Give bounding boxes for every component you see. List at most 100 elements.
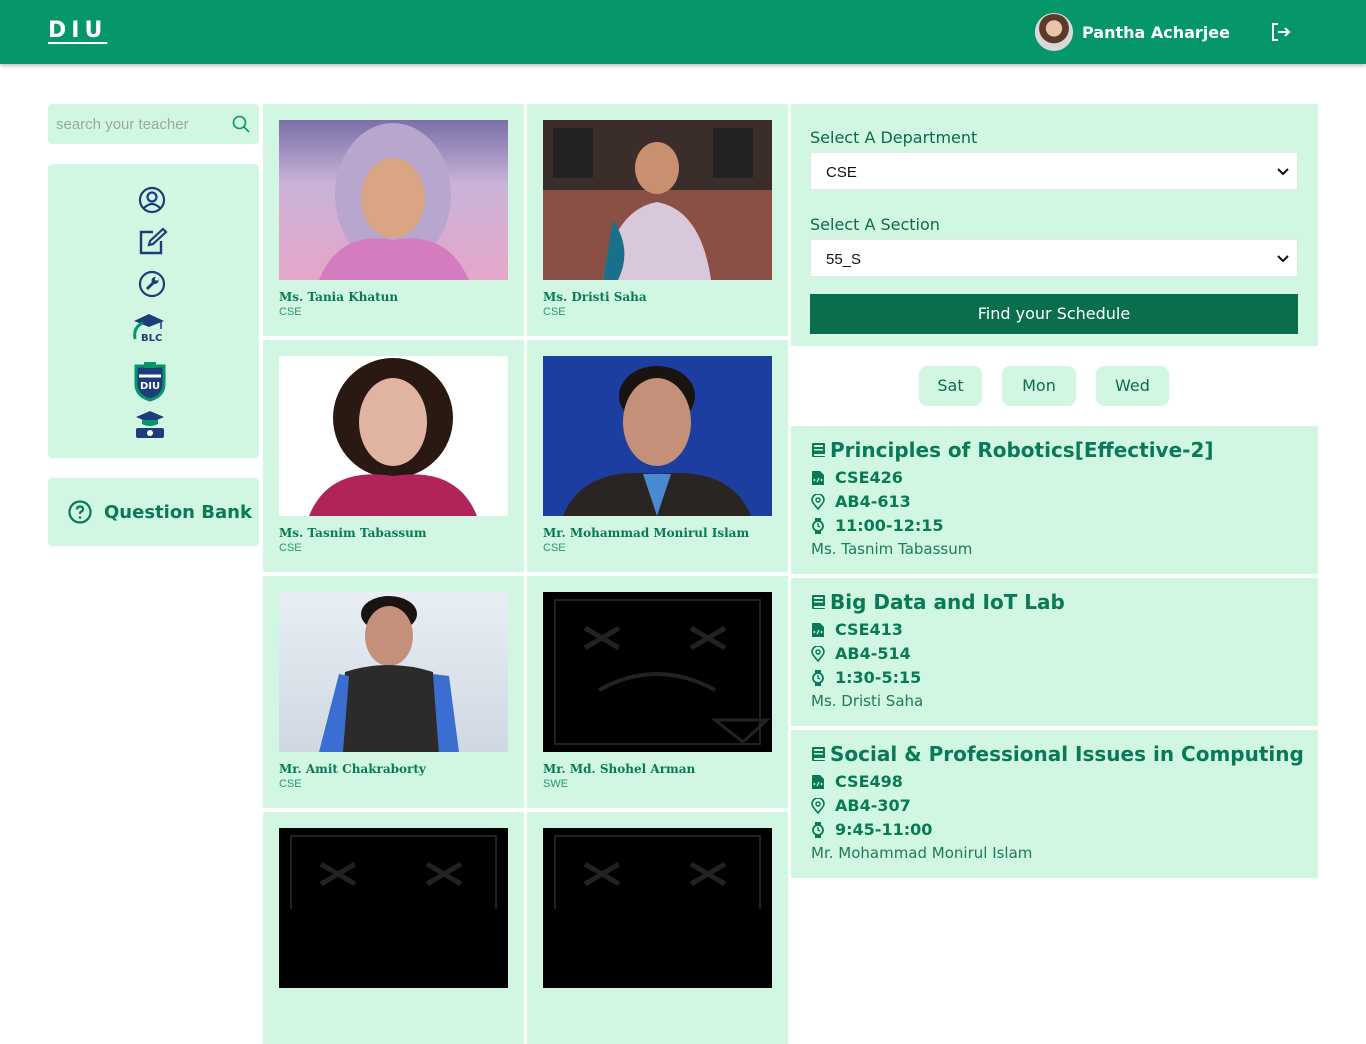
search-icon[interactable] [232,115,250,133]
teacher-card[interactable] [527,812,788,1044]
course-code-row: CSE413 [811,620,903,639]
teacher-name[interactable]: Mr. Mohammad Monirul Islam [543,526,749,540]
teacher-card[interactable]: Mr. Amit Chakraborty CSE [263,576,524,808]
course-card[interactable]: Social & Professional Issues in Computin… [791,730,1318,878]
course-time-row: 1:30-5:15 [811,668,921,687]
department-label: Select A Department [810,128,978,147]
course-title: Social & Professional Issues in Computin… [811,742,1304,766]
section-select[interactable]: 55_S [810,239,1298,277]
course-code: CSE413 [835,620,903,639]
code-file-icon [812,774,824,789]
find-schedule-button[interactable]: Find your Schedule [810,294,1298,334]
teacher-photo-placeholder [543,592,772,752]
course-time: 9:45-11:00 [835,820,933,839]
course-title: Principles of Robotics[Effective-2] [811,438,1214,462]
course-time-row: 11:00-12:15 [811,516,944,535]
sidebar-menu: BLC DIU [48,164,259,458]
teacher-name[interactable]: Ms. Dristi Saha [543,290,647,304]
day-tab-wed[interactable]: Wed [1096,366,1169,406]
course-title-text: Social & Professional Issues in Computin… [830,742,1304,766]
teacher-card[interactable]: Mr. Md. Shohel Arman SWE [527,576,788,808]
location-icon [811,797,825,814]
teacher-name[interactable]: Ms. Tania Khatun [279,290,398,304]
teacher-dept: CSE [279,542,302,554]
course-room-row: AB4-514 [811,644,911,663]
teacher-photo-placeholder [279,828,508,988]
logout-icon[interactable] [1270,22,1292,42]
chevron-down-icon [1277,255,1289,263]
search-placeholder: search your teacher [56,116,189,133]
teacher-photo [543,356,772,516]
schedule-form: Select A Department CSE Select A Section… [791,104,1318,346]
edit-icon[interactable] [137,227,169,257]
graduation-icon[interactable] [133,410,167,442]
teacher-photo [279,356,508,516]
teacher-card[interactable]: Ms. Dristi Saha CSE [527,104,788,336]
teacher-name[interactable]: Ms. Tasnim Tabassum [279,526,427,540]
avatar[interactable] [1034,13,1073,51]
course-teacher: Ms. Tasnim Tabassum [811,540,973,558]
svg-text:DIU: DIU [140,381,160,392]
course-room-row: AB4-613 [811,492,911,511]
teacher-photo-placeholder [543,828,772,988]
course-teacher: Ms. Dristi Saha [811,692,924,710]
user-circle-icon[interactable] [137,185,167,215]
diu-logo-icon[interactable]: DIU [130,360,170,402]
course-room-row: AB4-307 [811,796,911,815]
code-file-icon [812,470,824,485]
section-label: Select A Section [810,215,940,234]
teacher-name[interactable]: Mr. Amit Chakraborty [279,762,426,776]
question-circle-icon [68,500,92,524]
location-icon [811,645,825,662]
user-profile[interactable]: Pantha Acharjee [1034,13,1230,51]
day-tab-mon[interactable]: Mon [1002,366,1076,406]
course-title-text: Big Data and IoT Lab [830,590,1065,614]
teacher-dept: SWE [543,778,569,790]
course-room: AB4-514 [835,644,911,663]
teacher-dept: CSE [543,542,566,554]
department-value: CSE [826,164,857,181]
teacher-card[interactable]: Ms. Tania Khatun CSE [263,104,524,336]
question-bank-label: Question Bank [104,501,252,523]
book-icon [812,595,825,609]
teacher-photo [279,592,508,752]
teacher-photo [543,120,772,280]
department-select[interactable]: CSE [810,152,1298,190]
svg-text:BLC: BLC [141,333,162,343]
course-title: Big Data and IoT Lab [811,590,1065,614]
course-time: 11:00-12:15 [835,516,944,535]
course-teacher: Mr. Mohammad Monirul Islam [811,844,1033,862]
course-card[interactable]: Principles of Robotics[Effective-2] CSE4… [791,426,1318,574]
course-title-text: Principles of Robotics[Effective-2] [830,438,1214,462]
code-file-icon [812,622,824,637]
teacher-dept: CSE [279,778,302,790]
course-time: 1:30-5:15 [835,668,922,687]
course-code-row: CSE426 [811,468,903,487]
teacher-dept: CSE [279,306,302,318]
course-room: AB4-307 [835,796,911,815]
blc-logo-icon[interactable]: BLC [131,311,167,343]
chevron-down-icon [1277,168,1289,176]
teacher-name[interactable]: Mr. Md. Shohel Arman [543,762,695,776]
teacher-search-input[interactable]: search your teacher [48,104,259,144]
location-icon [811,493,825,510]
course-time-row: 9:45-11:00 [811,820,932,839]
user-name[interactable]: Pantha Acharjee [1082,23,1230,42]
book-icon [812,443,825,457]
teacher-card[interactable]: Mr. Mohammad Monirul Islam CSE [527,340,788,572]
teacher-card[interactable] [263,812,524,1044]
course-code-row: CSE498 [811,772,903,791]
question-bank-button[interactable]: Question Bank [48,478,259,546]
brand-logo[interactable]: DIU [48,18,107,43]
watch-icon [812,821,824,838]
wrench-icon[interactable] [137,269,167,299]
top-navbar: DIU Pantha Acharjee [0,0,1366,64]
book-icon [812,747,825,761]
course-card[interactable]: Big Data and IoT Lab CSE413 AB4-514 1:30… [791,578,1318,726]
teacher-dept: CSE [543,306,566,318]
day-tab-sat[interactable]: Sat [919,366,982,406]
teacher-card[interactable]: Ms. Tasnim Tabassum CSE [263,340,524,572]
teacher-photo [279,120,508,280]
course-room: AB4-613 [835,492,911,511]
watch-icon [812,517,824,534]
